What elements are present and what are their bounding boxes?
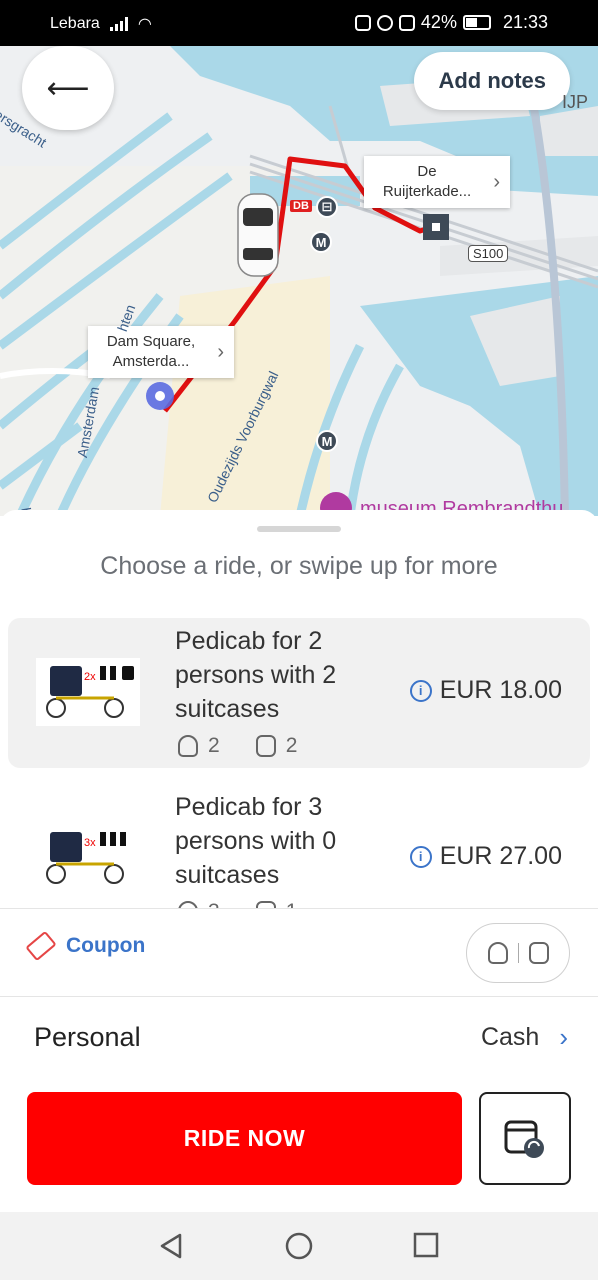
carrier-label: Lebara xyxy=(50,15,100,32)
origin-callout[interactable]: Dam Square, Amsterda... › xyxy=(88,326,234,378)
ride-capacity: 3 1 xyxy=(178,900,297,908)
battery-percent: 42% xyxy=(420,12,457,32)
ride-option[interactable]: 2x Pedicab for 2 persons with 2 suitcase… xyxy=(8,618,590,768)
metro-icon: M xyxy=(310,231,332,253)
sheet-hint: Choose a ride, or swipe up for more xyxy=(100,552,498,580)
luggage-count: 1 xyxy=(286,900,298,908)
map-corner-label: IJP xyxy=(562,92,589,112)
calendar-refresh-icon xyxy=(504,1120,544,1158)
ride-option[interactable]: 3x Pedicab for 3 persons with 0 suitcase… xyxy=(8,784,590,908)
passenger-luggage-toggle[interactable] xyxy=(466,923,570,983)
map-view[interactable]: ⟵ Add notes De Ruijterkade... › Dam Squa… xyxy=(0,46,598,516)
metro-icon: M xyxy=(316,430,338,452)
ride-capacity: 2 2 xyxy=(178,734,297,758)
info-icon[interactable]: i xyxy=(409,845,432,868)
origin-callout-line2: Amsterda... xyxy=(112,353,190,370)
ride-price-value: EUR 18.00 xyxy=(439,676,562,704)
nav-home-icon[interactable] xyxy=(285,1232,313,1260)
origin-callout-line1: Dam Square, xyxy=(106,333,196,350)
destination-callout-line1: De xyxy=(417,163,437,180)
signal-icon xyxy=(109,17,128,31)
clock: 21:33 xyxy=(502,12,548,32)
back-button[interactable]: ⟵ xyxy=(22,46,114,130)
ride-price-value: EUR 27.00 xyxy=(439,842,562,870)
route-s100-badge: S100 xyxy=(468,245,509,262)
nfc-icon xyxy=(354,14,371,31)
nav-back-icon[interactable] xyxy=(158,1232,184,1260)
thumb-label: 3x xyxy=(84,837,96,849)
sheet-drag-handle[interactable] xyxy=(257,526,341,532)
passenger-count: 3 xyxy=(208,900,220,908)
passenger-count: 2 xyxy=(208,734,220,757)
luggage-icon xyxy=(255,901,276,908)
payment-method[interactable]: Cash › xyxy=(481,1022,568,1053)
back-arrow-icon: ⟵ xyxy=(46,71,90,105)
payment-row[interactable]: Personal Cash › xyxy=(0,1000,598,1074)
chevron-right-icon: › xyxy=(217,341,224,363)
train-icon: ⊟ xyxy=(316,196,338,218)
passenger-icon xyxy=(178,735,198,757)
nav-recents-icon[interactable] xyxy=(413,1232,439,1258)
luggage-icon xyxy=(255,735,276,757)
pedicab-thumbnail: 3x xyxy=(36,824,140,892)
db-rail-badge: DB xyxy=(290,200,312,212)
wifi-icon: ◠ xyxy=(137,16,152,33)
schedule-button[interactable] xyxy=(479,1092,571,1185)
divider xyxy=(0,908,598,909)
ride-now-button[interactable]: RIDE NOW xyxy=(27,1092,462,1185)
divider xyxy=(0,996,598,997)
destination-callout-line2: Ruijterkade... xyxy=(382,183,472,200)
ride-selection-sheet[interactable]: Choose a ride, or swipe up for more 2x P… xyxy=(0,510,598,1210)
passenger-icon xyxy=(178,901,198,908)
chevron-right-icon: › xyxy=(493,171,500,193)
luggage-icon xyxy=(528,942,549,964)
add-notes-button[interactable]: Add notes xyxy=(414,52,570,110)
info-icon[interactable]: i xyxy=(409,679,432,702)
vibrate-icon xyxy=(398,14,415,31)
status-bar: Lebara ◠ 42% 21:33 xyxy=(0,0,598,46)
payment-profile: Personal xyxy=(34,1022,141,1052)
ride-price[interactable]: i EUR 27.00 xyxy=(409,842,562,871)
battery-icon xyxy=(462,15,491,30)
coupon-label: Coupon xyxy=(66,934,146,957)
ride-name: Pedicab for 3 persons with 0 suitcases xyxy=(175,793,337,889)
coupon-icon xyxy=(25,930,57,962)
payment-method-label: Cash xyxy=(480,1023,540,1051)
alarm-icon xyxy=(376,14,393,31)
pedicab-thumbnail: 2x xyxy=(36,658,140,726)
coupon-button[interactable]: Coupon xyxy=(25,930,146,962)
destination-callout[interactable]: De Ruijterkade... › xyxy=(364,156,510,208)
chevron-right-icon: › xyxy=(559,1022,568,1052)
thumb-label: 2x xyxy=(84,671,96,683)
system-nav-bar xyxy=(0,1212,598,1280)
luggage-count: 2 xyxy=(285,734,298,757)
ride-name: Pedicab for 2 persons with 2 suitcases xyxy=(175,627,337,723)
passengers-icon xyxy=(487,942,508,964)
ride-price[interactable]: i EUR 18.00 xyxy=(409,676,562,705)
